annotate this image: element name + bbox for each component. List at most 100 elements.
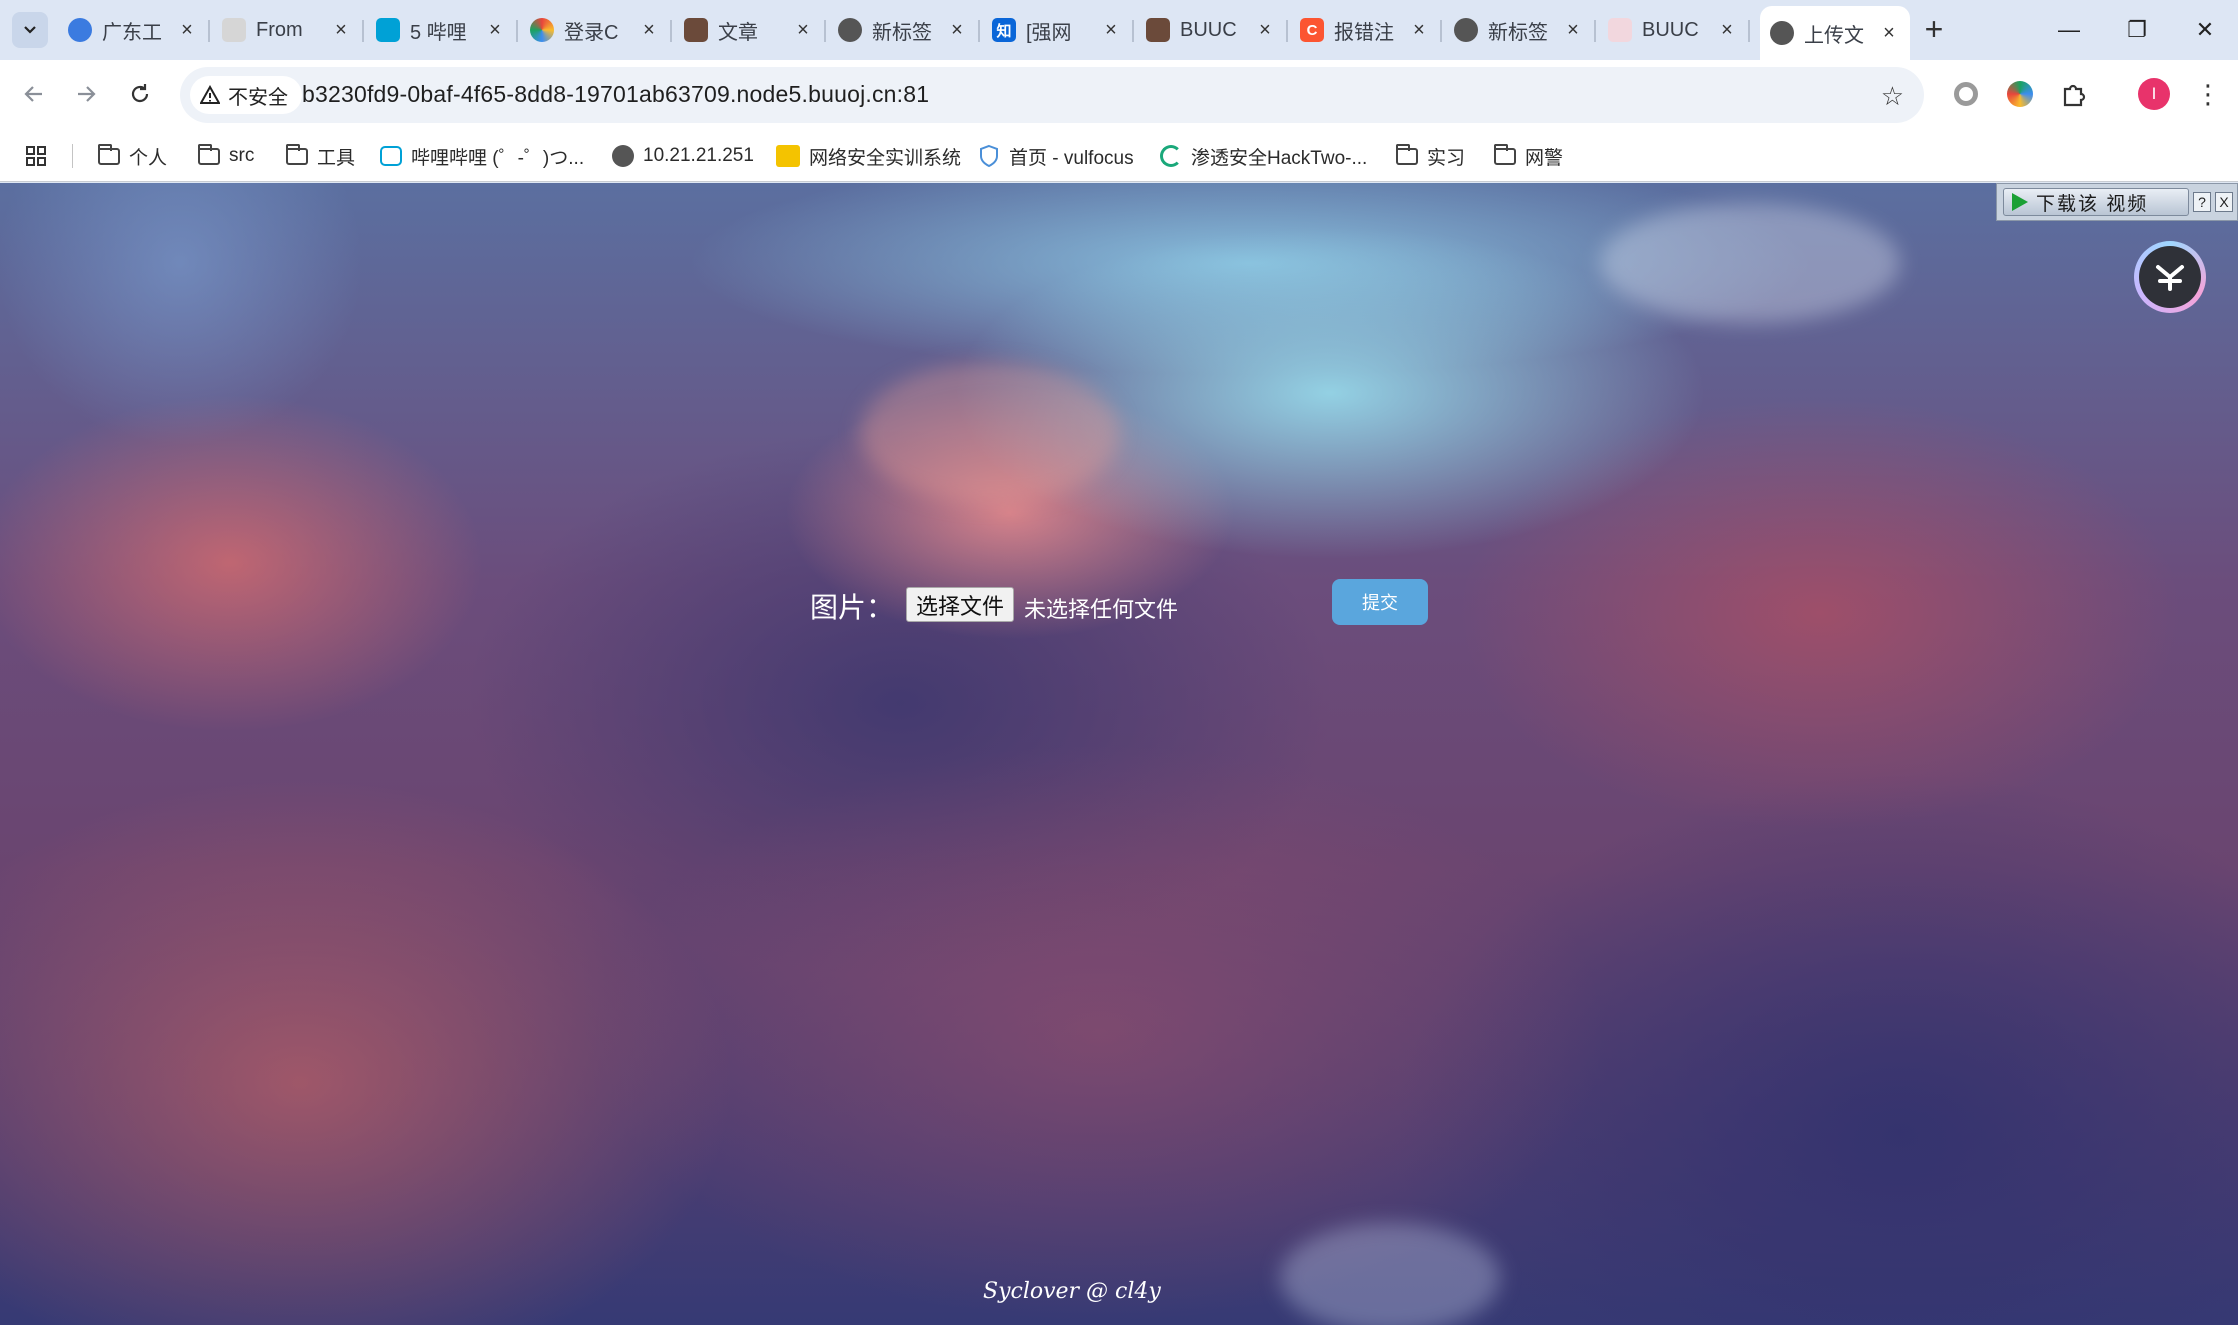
tab-8[interactable]: BUUC × [1136, 10, 1288, 50]
profile-avatar[interactable]: I [2134, 74, 2174, 114]
buu-icon [1608, 18, 1632, 42]
tab-4[interactable]: 登录C × [520, 10, 672, 50]
reload-button[interactable] [120, 74, 160, 114]
bookmark-label: 哔哩哔哩 (゜-゜)つ... [411, 147, 585, 169]
footer-credit: Syclover @ cl4y [983, 1279, 1161, 1304]
folder-icon [198, 143, 220, 165]
shield-icon [980, 144, 998, 168]
forward-button[interactable] [66, 74, 106, 114]
tab-title: 报错注 [1334, 21, 1394, 44]
bookmark-vulfocus[interactable]: 首页 - vulfocus [978, 138, 1134, 174]
folder-icon [286, 143, 308, 165]
floating-assistant-button[interactable] [2134, 241, 2206, 313]
close-tab-icon[interactable]: × [792, 19, 814, 41]
new-tab-button[interactable]: + [1918, 13, 1950, 46]
arrow-left-icon [24, 86, 42, 102]
choose-file-button[interactable]: 选择文件 [906, 587, 1015, 622]
tab-9[interactable]: C 报错注 × [1290, 10, 1442, 50]
tab-title: 新标签 [1488, 21, 1548, 44]
bookmark-label: 10.21.21.251 [643, 145, 754, 166]
tab-1[interactable]: 广东工 × [58, 10, 210, 50]
minimize-button[interactable]: — [2044, 10, 2094, 50]
bookmark-hacktwo[interactable]: 渗透安全HackTwo-... [1160, 138, 1367, 174]
close-tab-icon[interactable]: × [1878, 22, 1900, 44]
image-icon [1146, 18, 1170, 42]
bookmark-folder-police[interactable]: 网警 [1494, 138, 1563, 174]
tab-2[interactable]: From × [212, 10, 364, 50]
close-tab-icon[interactable]: × [946, 19, 968, 41]
browser-toolbar: 不安全 b3230fd9-0baf-4f65-8dd8-19701ab63709… [0, 60, 2238, 130]
close-tab-icon[interactable]: × [1254, 19, 1276, 41]
bookmark-label: 网络安全实训系统 [809, 147, 962, 169]
upload-label: 图片： [810, 591, 895, 624]
extension-globe-icon[interactable] [2000, 74, 2040, 114]
bookmark-folder-src[interactable]: src [198, 138, 254, 174]
bookmark-training-system[interactable]: 网络安全实训系统 [776, 138, 961, 174]
divider [72, 144, 73, 168]
file-status-text: 未选择任何文件 [1024, 597, 1179, 622]
close-tab-icon[interactable]: × [1716, 19, 1738, 41]
close-tab-icon[interactable]: × [1408, 19, 1430, 41]
tab-3[interactable]: 5 哔哩 × [366, 10, 518, 50]
bookmark-folder-internship[interactable]: 实习 [1396, 138, 1465, 174]
bookmark-star-icon[interactable]: ☆ [1881, 81, 1904, 112]
url-text[interactable]: b3230fd9-0baf-4f65-8dd8-19701ab63709.nod… [302, 81, 929, 108]
tab-title: BUUC [1642, 18, 1699, 41]
reload-icon [131, 84, 149, 103]
help-button[interactable]: ? [2193, 192, 2211, 212]
training-icon [776, 145, 800, 167]
bookmark-folder-tools[interactable]: 工具 [286, 138, 355, 174]
assistant-logo-icon [2156, 265, 2184, 291]
tab-12-active[interactable]: 上传文 × [1760, 6, 1910, 60]
extension-circle-icon[interactable] [1946, 74, 1986, 114]
address-bar[interactable]: 不安全 b3230fd9-0baf-4f65-8dd8-19701ab63709… [180, 67, 1924, 123]
restore-button[interactable]: ❐ [2112, 10, 2162, 50]
bookmarks-bar: 个人 src 工具 哔哩哔哩 (゜-゜)つ... 10.21.21.251 网络… [0, 130, 2238, 182]
security-chip[interactable]: 不安全 [190, 76, 302, 114]
tab-11[interactable]: BUUC × [1598, 10, 1750, 50]
tab-10[interactable]: 新标签 × [1444, 10, 1596, 50]
close-tab-icon[interactable]: × [484, 19, 506, 41]
close-tab-icon[interactable]: × [638, 19, 660, 41]
tab-title: [强网 [1026, 21, 1072, 44]
bookmark-label: 网警 [1525, 147, 1564, 169]
close-tab-icon[interactable]: × [1100, 19, 1122, 41]
download-video-label: 下载该 视频 [2036, 193, 2149, 215]
extensions-puzzle-icon[interactable] [2054, 74, 2094, 114]
close-tab-icon[interactable]: × [1562, 19, 1584, 41]
tab-title: BUUC [1180, 18, 1237, 41]
bookmark-label: 个人 [129, 147, 168, 169]
globe-icon [1770, 21, 1794, 45]
submit-button[interactable]: 提交 [1332, 579, 1428, 625]
bookmark-label: 工具 [317, 147, 356, 169]
chrome-icon [1454, 18, 1478, 42]
page-viewport: 下载该 视频 ? X 图片： 选择文件 未选择任何文件 提交 Syclover … [0, 183, 2238, 1325]
tab-6[interactable]: 新标签 × [828, 10, 980, 50]
tab-strip: 广东工 × From × 5 哔哩 × 登录C × 文章 × 新标签 × 知 [… [0, 0, 2238, 60]
chrome-icon [838, 18, 862, 42]
bookmark-folder-personal[interactable]: 个人 [98, 138, 167, 174]
kebab-menu-icon[interactable]: ⋮ [2188, 74, 2228, 114]
bookmark-ip[interactable]: 10.21.21.251 [612, 138, 754, 174]
back-button[interactable] [14, 74, 54, 114]
apps-grid-icon[interactable] [24, 138, 48, 174]
play-icon [2012, 193, 2028, 211]
bookmark-bilibili[interactable]: 哔哩哔哩 (゜-゜)つ... [380, 138, 584, 174]
arrow-right-icon [78, 86, 96, 102]
bookmark-label: 实习 [1427, 147, 1466, 169]
tab-title: 文章 [718, 21, 758, 44]
tab-search-button[interactable] [12, 12, 48, 48]
tab-7[interactable]: 知 [强网 × [982, 10, 1134, 50]
download-video-button[interactable]: 下载该 视频 [2003, 188, 2189, 216]
close-tab-icon[interactable]: × [176, 19, 198, 41]
page-icon [222, 18, 246, 42]
close-widget-button[interactable]: X [2215, 192, 2233, 212]
bookmark-label: 渗透安全HackTwo-... [1191, 147, 1368, 169]
close-window-button[interactable]: ✕ [2180, 10, 2230, 50]
cloud-highlight [860, 363, 1120, 503]
zhihu-icon: 知 [992, 18, 1016, 42]
tab-5[interactable]: 文章 × [674, 10, 826, 50]
close-tab-icon[interactable]: × [330, 19, 352, 41]
bilibili-icon [376, 18, 400, 42]
globe-blue-icon [68, 18, 92, 42]
